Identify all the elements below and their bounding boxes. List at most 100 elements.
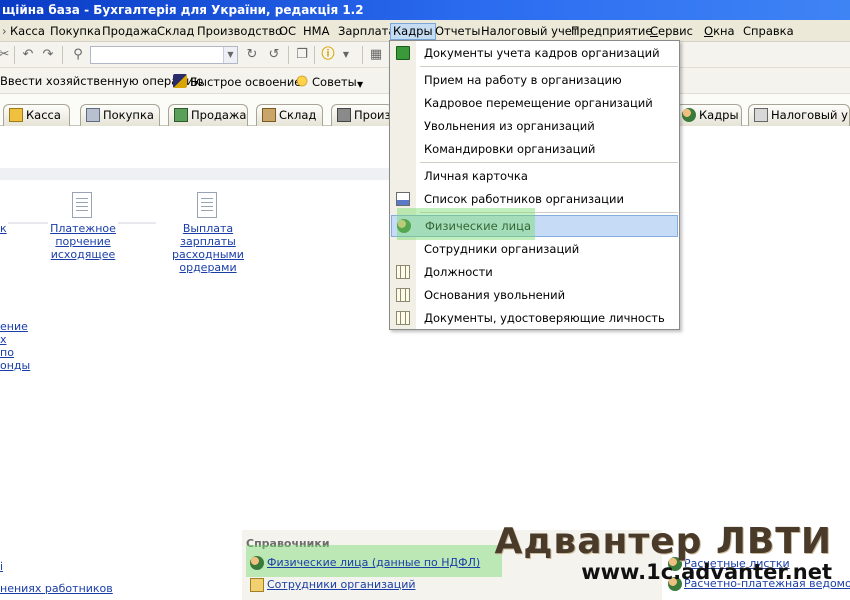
toolbar-separator xyxy=(62,46,63,64)
dropdown-arrow-icon[interactable]: ▼ xyxy=(338,47,354,63)
tab-prodazha[interactable]: Продажа xyxy=(168,104,248,126)
find-prev-icon[interactable]: ↺ xyxy=(266,47,282,63)
tab-kassa[interactable]: Касса xyxy=(3,104,70,126)
menu-item-label: Прием на работу в организацию xyxy=(424,73,622,87)
menu-zarplata[interactable]: Зарплата xyxy=(336,23,397,40)
menu-item-label: Увольнения из организаций xyxy=(424,119,595,133)
menu-otchety[interactable]: Отчеты xyxy=(433,23,482,40)
cart-icon xyxy=(86,108,100,122)
menu-prodazha[interactable]: Продажа xyxy=(100,23,159,40)
menu-item-employee-list[interactable]: Список работников организации xyxy=(390,188,679,210)
menu-sklad[interactable]: Склад xyxy=(155,23,196,40)
menu-item-transfer[interactable]: Кадровое перемещение организаций xyxy=(390,92,679,114)
toolbar-separator xyxy=(314,46,315,64)
tab-label: Произ xyxy=(354,108,391,122)
menu-item-id-documents[interactable]: Документы, удостоверяющие личность xyxy=(390,307,679,329)
toolbar-separator xyxy=(362,46,363,64)
tab-label: Налоговый у... xyxy=(771,108,849,122)
menu-spravka[interactable]: Справка xyxy=(741,23,796,40)
menu-proizvodstvo[interactable]: Производство xyxy=(195,23,284,40)
left-link-line[interactable]: х xyxy=(0,333,7,346)
highlight-box xyxy=(397,208,535,240)
menu-item-dismissal-reasons[interactable]: Основания увольнений xyxy=(390,284,679,306)
salary-payout-link[interactable]: Выплата зарплаты расходными ордерами xyxy=(156,222,260,274)
payment-order-link[interactable]: Платежное порчение исходящее xyxy=(50,222,116,261)
window-title: щійна база - Бухгалтерія для України, ре… xyxy=(0,0,850,20)
toolbar-separator xyxy=(14,46,15,64)
quick-start-button[interactable]: Быстрое освоение xyxy=(173,74,301,89)
left-link-fragment[interactable]: к xyxy=(0,222,7,235)
connector-line xyxy=(8,222,48,224)
menu-predpriyatie[interactable]: Предприятие xyxy=(569,23,654,40)
left-link-line[interactable]: онды xyxy=(0,359,30,372)
menu-item-hiring[interactable]: Прием на работу в организацию xyxy=(390,69,679,91)
grid-icon xyxy=(396,288,410,302)
watermark-company: Адвантер ЛВТИ xyxy=(494,521,832,562)
menubar: › Касса Покупка Продажа Склад Производст… xyxy=(0,20,850,42)
menu-item-label: Сотрудники организаций xyxy=(424,242,580,256)
menu-kadry[interactable]: Кадры xyxy=(390,23,436,40)
tips-label: Советы xyxy=(312,75,357,89)
toolbar-separator xyxy=(288,46,289,64)
watermark-url: www.1c.advanter.net xyxy=(581,560,832,584)
find-next-icon[interactable]: ↻ xyxy=(244,47,260,63)
menu-okna[interactable]: Окна xyxy=(702,23,737,40)
back-icon[interactable]: ↶ xyxy=(20,47,36,63)
left-link-line[interactable]: ение xyxy=(0,320,28,333)
tab-nalogovyi[interactable]: Налоговый у... xyxy=(748,104,850,126)
menu-item-org-employees[interactable]: Сотрудники организаций xyxy=(390,238,679,260)
kadry-dropdown-menu: Документы учета кадров организаций Прием… xyxy=(389,40,680,330)
tab-label: Продажа xyxy=(191,108,247,122)
left-bottom-fragment[interactable]: і xyxy=(0,560,3,573)
menu-item-label: Документы, удостоверяющие личность xyxy=(424,311,665,325)
tab-proizvodstvo[interactable]: Произ xyxy=(331,104,393,126)
left-bottom-fragment[interactable]: нениях работников xyxy=(0,582,113,595)
grid-icon xyxy=(396,311,410,325)
chevron-down-icon[interactable]: ▼ xyxy=(223,47,237,63)
tips-button[interactable]: Советы xyxy=(295,74,357,89)
menu-os[interactable]: ОС xyxy=(277,23,298,40)
menu-item-personal-card[interactable]: Личная карточка xyxy=(390,165,679,187)
org-employees-link[interactable]: Сотрудники организаций xyxy=(267,578,416,591)
menu-item-positions[interactable]: Должности xyxy=(390,261,679,283)
tab-pokupka[interactable]: Покупка xyxy=(80,104,160,126)
employees-icon xyxy=(250,578,264,592)
sale-icon xyxy=(174,108,188,122)
menu-item-label: Основания увольнений xyxy=(424,288,566,302)
calculator-icon[interactable]: ▦ xyxy=(368,47,384,63)
menu-nma[interactable]: НМА xyxy=(301,23,331,40)
search-icon[interactable]: ⚲ xyxy=(70,47,86,63)
menu-item-business-trips[interactable]: Командировки организаций xyxy=(390,138,679,160)
menu-separator xyxy=(420,66,678,67)
menu-nalogovyi-uchet[interactable]: Налоговый учет xyxy=(479,23,581,40)
search-combo[interactable]: ▼ xyxy=(90,46,238,64)
left-link-line[interactable]: по xyxy=(0,346,14,359)
menu-item-hr-documents[interactable]: Документы учета кадров организаций xyxy=(390,42,679,64)
menu-servis[interactable]: Сервис xyxy=(648,23,695,40)
menubar-edge: › xyxy=(2,24,7,38)
tab-sklad[interactable]: Склад xyxy=(256,104,323,126)
graduation-cap-icon xyxy=(173,74,187,88)
menu-item-label: Документы учета кадров организаций xyxy=(424,46,660,60)
lightbulb-icon xyxy=(295,74,309,88)
report-icon xyxy=(396,192,410,206)
cut-icon[interactable]: ✂ xyxy=(0,47,12,63)
tab-label: Покупка xyxy=(103,108,154,122)
cash-icon xyxy=(9,108,23,122)
windows-icon[interactable]: ❐ xyxy=(294,47,310,63)
tab-label: Кадры xyxy=(699,108,739,122)
menu-separator xyxy=(420,162,678,163)
tab-kadry[interactable]: Кадры xyxy=(676,104,742,126)
forward-icon[interactable]: ↷ xyxy=(40,47,56,63)
menu-kassa[interactable]: Касса xyxy=(8,23,47,40)
info-icon[interactable]: ⓘ xyxy=(320,47,336,63)
tips-dropdown-icon[interactable]: ▼ xyxy=(357,78,363,92)
menu-item-label: Должности xyxy=(424,265,493,279)
individuals-ndfl-link[interactable]: Физические лица (данные по НДФЛ) xyxy=(267,556,480,569)
people-icon xyxy=(250,556,264,570)
menu-item-dismissals[interactable]: Увольнения из организаций xyxy=(390,115,679,137)
menu-pokupka[interactable]: Покупка xyxy=(48,23,103,40)
anvil-icon xyxy=(337,108,351,122)
tax-book-icon xyxy=(754,108,768,122)
document-icon xyxy=(197,192,217,218)
